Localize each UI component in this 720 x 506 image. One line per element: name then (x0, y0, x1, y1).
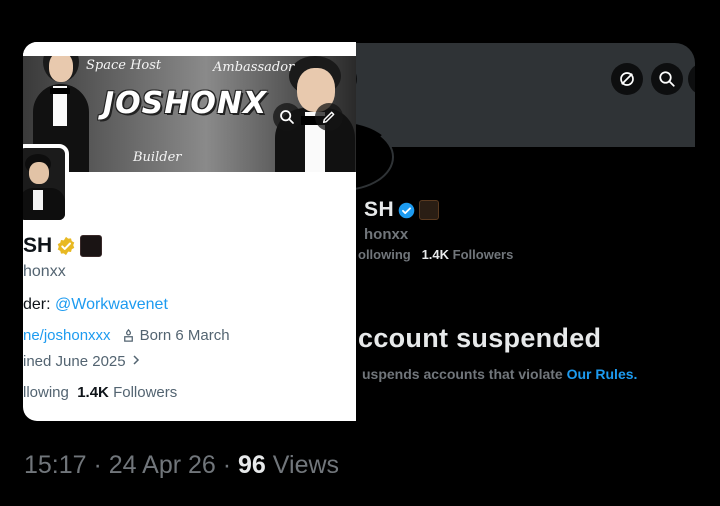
birthday-text: Born 6 March (139, 327, 230, 344)
followers-count[interactable]: 1.4K (77, 384, 109, 401)
views-label[interactable]: Views (266, 451, 339, 479)
following-label[interactable]: llowing (23, 384, 69, 401)
banner-caption-builder: Builder (133, 150, 182, 165)
joined-text: ined June 2025 (23, 353, 126, 370)
repost-button[interactable] (611, 63, 643, 95)
followers-count[interactable]: 1.4K (422, 247, 449, 262)
affiliate-badge-icon (80, 235, 103, 257)
display-name: SH (23, 234, 103, 258)
suspended-profile-card (330, 43, 695, 443)
search-button[interactable] (273, 103, 301, 131)
profile-card: Space Host Ambassador Builder JOSHONX SH… (23, 42, 356, 421)
display-name-text: SH (23, 234, 53, 257)
post-date[interactable]: 24 Apr 26 (109, 451, 216, 479)
profile-meta: ne/joshonxxx Born 6 March (23, 327, 230, 344)
follow-stats: llowing 1.4K Followers (23, 384, 177, 401)
search-icon (659, 71, 675, 87)
search-icon (280, 110, 294, 124)
verified-icon (57, 236, 75, 256)
bio-text: der: (23, 296, 56, 313)
birthday: Born 6 March (121, 327, 230, 344)
separator: · (215, 451, 239, 479)
screenshot-stage: SH honxx ollowing 1.4K Followers ccount … (0, 0, 720, 506)
affiliate-badge-icon (419, 200, 440, 220)
following-label[interactable]: ollowing (358, 247, 411, 262)
joined-date[interactable]: ined June 2025 (23, 353, 142, 370)
followers-label[interactable]: Followers (453, 247, 514, 262)
profile-banner (330, 43, 695, 147)
handle: honxx (23, 263, 66, 280)
views-count[interactable]: 96 (238, 451, 266, 479)
banner-caption-ambassador: Ambassador (213, 60, 295, 75)
our-rules-link[interactable]: Our Rules (567, 366, 634, 382)
edit-icon (322, 111, 335, 124)
suspended-title: ccount suspended (358, 323, 602, 353)
profile-banner: Space Host Ambassador Builder JOSHONX (23, 56, 356, 172)
suspended-message: uspends accounts that violate Our Rules. (362, 366, 637, 382)
chevron-right-icon (133, 355, 139, 365)
edit-button[interactable] (315, 103, 343, 131)
verified-icon (398, 202, 415, 218)
bio-mention-link[interactable]: @Workwavenet (55, 296, 168, 313)
cake-icon (123, 328, 133, 342)
suspended-message-text: uspends accounts that violate (362, 366, 567, 382)
banner-caption-space-host: Space Host (86, 58, 162, 73)
website-link[interactable]: ne/joshonxxx (23, 327, 111, 344)
link-icon (620, 72, 634, 86)
rules-period: . (633, 366, 638, 382)
suspended-follow-stats: ollowing 1.4K Followers (358, 247, 513, 262)
post-time[interactable]: 15:17 (24, 451, 87, 479)
bio: der: @Workwavenet (23, 296, 168, 314)
suspended-display-name: SH (364, 198, 440, 222)
followers-label[interactable]: Followers (113, 384, 177, 401)
display-name-text: SH (364, 198, 395, 221)
avatar[interactable] (23, 144, 69, 224)
banner-logo: JOSHONX (103, 86, 268, 121)
suspended-handle: honxx (364, 226, 409, 243)
post-meta: 15:17 · 24 Apr 26 · 96 Views (24, 451, 339, 480)
search-button[interactable] (651, 63, 683, 95)
separator: · (86, 451, 109, 479)
status-strip (23, 42, 356, 56)
